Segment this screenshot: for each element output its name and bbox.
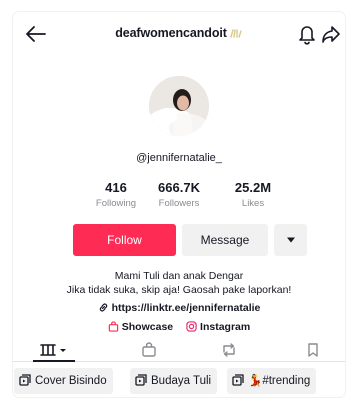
bio-line-2: Jika tidak suka, skip aja! Gaosah pake l… [66, 284, 292, 296]
playlist-chip[interactable]: Cover Bisindo [14, 368, 113, 394]
follow-button[interactable]: Follow [73, 224, 176, 256]
playlist-label: Budaya Tuli [151, 375, 212, 387]
instagram-icon [186, 321, 197, 332]
profile-handle: @jennifernatalie_ [136, 152, 222, 164]
more-options-button[interactable] [274, 224, 307, 256]
bookmark-icon [308, 343, 318, 357]
playlist-icon [135, 374, 147, 386]
tab-shop[interactable] [139, 340, 159, 360]
hands-badge-icon [230, 29, 242, 38]
bio-link[interactable]: https://linktr.ee/jennifernatalie [13, 302, 345, 314]
playlist-bar: Cover Bisindo Budaya Tuli 💃#trending [13, 368, 345, 397]
profile-chips: Showcase Instagram [13, 321, 345, 333]
playlist-chip[interactable]: Budaya Tuli [130, 368, 218, 394]
showcase-chip[interactable]: Showcase [108, 321, 173, 333]
instagram-chip[interactable]: Instagram [186, 321, 250, 333]
bell-icon[interactable] [297, 23, 317, 45]
back-arrow-icon[interactable] [25, 25, 47, 43]
stat-label: Following [95, 198, 137, 209]
playlist-chip[interactable]: 💃#trending [227, 368, 317, 394]
stat-label: Followers [158, 198, 200, 209]
repost-icon [223, 343, 235, 357]
link-icon [99, 303, 107, 312]
stat-value: 416 [105, 180, 127, 195]
tab-reposts[interactable] [219, 340, 239, 360]
showcase-label: Showcase [121, 321, 174, 333]
top-bar: deafwomencandoit [13, 12, 345, 56]
avatar-photo [149, 76, 209, 136]
message-button[interactable]: Message [182, 224, 268, 256]
shopping-bag-icon [108, 321, 118, 332]
instagram-label: Instagram [200, 321, 251, 333]
playlist-icon [232, 374, 244, 386]
active-tab-indicator [33, 360, 75, 362]
profile-username-title: deafwomencandoit [89, 26, 269, 40]
caret-down-icon [286, 237, 295, 243]
shopping-bag-icon [142, 342, 156, 357]
stat-likes[interactable]: 25.2M Likes [218, 180, 288, 209]
stat-value: 25.2M [234, 180, 272, 195]
playlist-label: 💃#trending [248, 375, 311, 387]
avatar[interactable] [149, 76, 209, 136]
share-icon[interactable] [321, 24, 341, 44]
content-tabs [13, 338, 345, 362]
username-text: deafwomencandoit [115, 26, 227, 40]
bio-link-text: https://linktr.ee/jennifernatalie [111, 302, 261, 314]
stat-label: Likes [241, 198, 265, 209]
profile-screen: deafwomencandoit @jennifernatalie_ 416 F… [13, 12, 345, 397]
stat-value: 666.7K [158, 180, 200, 195]
tab-videos[interactable] [37, 340, 77, 360]
tab-favorites[interactable] [303, 340, 323, 360]
stat-followers[interactable]: 666.7K Followers [144, 180, 214, 209]
bio-line-1: Mami Tuli dan anak Dengar [114, 270, 244, 282]
stat-following[interactable]: 416 Following [81, 180, 151, 209]
grid-videos-icon [40, 344, 66, 356]
playlist-label: Cover Bisindo [35, 375, 107, 387]
playlist-icon [19, 374, 31, 386]
